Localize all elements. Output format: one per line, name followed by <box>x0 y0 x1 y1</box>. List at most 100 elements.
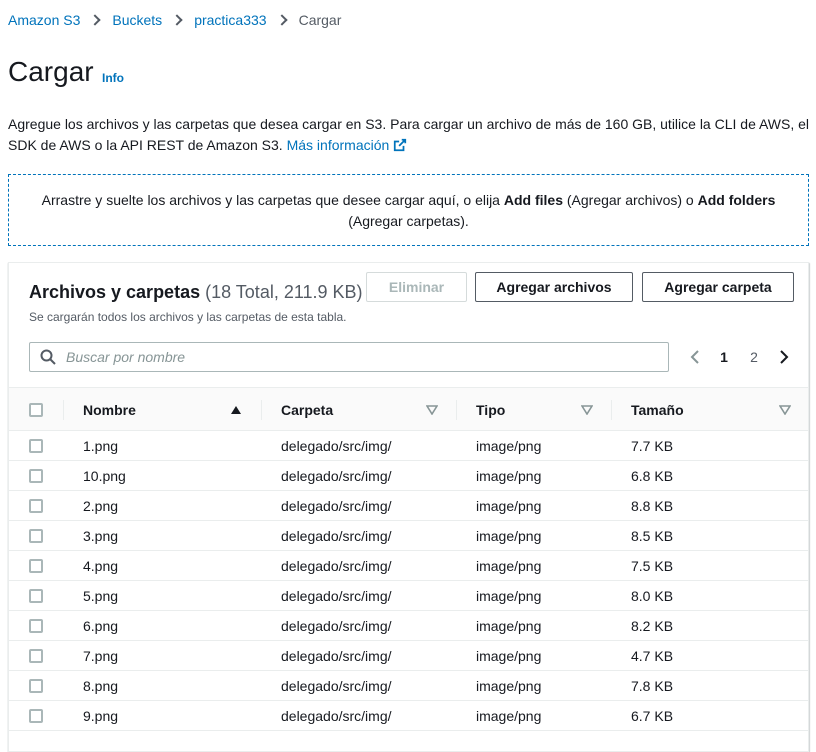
cell-type: image/png <box>476 618 542 634</box>
description-text: Agregue los archivos y las carpetas que … <box>8 116 810 153</box>
pagination-next[interactable] <box>776 345 792 369</box>
row-checkbox[interactable] <box>29 529 43 543</box>
cell-size: 7.5 KB <box>631 558 674 574</box>
row-checkbox[interactable] <box>29 559 43 573</box>
column-divider <box>456 400 457 420</box>
cell-name: 8.png <box>83 678 119 694</box>
sort-caret-icon[interactable] <box>426 405 438 415</box>
delete-button[interactable]: Eliminar <box>366 272 467 302</box>
column-divider <box>63 400 64 420</box>
cell-folder: delegado/src/img/ <box>281 558 392 574</box>
breadcrumb-buckets[interactable]: Buckets <box>112 12 162 28</box>
add-files-button[interactable]: Agregar archivos <box>475 272 633 302</box>
dropzone-text-1: Arrastre y suelte los archivos y las car… <box>41 192 504 208</box>
cell-type: image/png <box>476 558 542 574</box>
pagination-page-2[interactable]: 2 <box>747 345 761 369</box>
row-checkbox[interactable] <box>29 679 43 693</box>
row-checkbox[interactable] <box>29 649 43 663</box>
chevron-right-icon <box>780 350 789 364</box>
cell-name: 4.png <box>83 558 119 574</box>
pagination-prev[interactable] <box>687 345 703 369</box>
sort-caret-icon[interactable] <box>581 405 593 415</box>
table-row[interactable]: 10.png delegado/src/img/ image/png 6.8 K… <box>9 461 808 491</box>
row-checkbox[interactable] <box>29 499 43 513</box>
search-box <box>29 342 669 372</box>
cell-size: 8.5 KB <box>631 528 674 544</box>
cell-name: 7.png <box>83 648 119 664</box>
cell-type: image/png <box>476 588 542 604</box>
files-panel: Archivos y carpetas (18 Total, 211.9 KB)… <box>8 262 809 752</box>
column-header-name[interactable]: Nombre <box>83 388 136 431</box>
row-select-cell <box>29 671 43 701</box>
row-select-cell <box>29 521 43 551</box>
row-select-cell <box>29 461 43 491</box>
cell-folder: delegado/src/img/ <box>281 528 392 544</box>
cell-size: 4.7 KB <box>631 648 674 664</box>
panel-title: Archivos y carpetas (18 Total, 211.9 KB) <box>29 282 363 303</box>
cell-type: image/png <box>476 528 542 544</box>
cell-folder: delegado/src/img/ <box>281 438 392 454</box>
cell-folder: delegado/src/img/ <box>281 588 392 604</box>
file-dropzone[interactable]: Arrastre y suelte los archivos y las car… <box>8 174 809 246</box>
cell-name: 10.png <box>83 468 126 484</box>
page-title: Cargar <box>8 56 94 87</box>
breadcrumb-amazon-s3[interactable]: Amazon S3 <box>8 12 80 28</box>
row-checkbox[interactable] <box>29 469 43 483</box>
row-checkbox[interactable] <box>29 439 43 453</box>
search-input[interactable] <box>64 348 644 366</box>
row-select-cell <box>29 431 43 461</box>
cell-name: 3.png <box>83 528 119 544</box>
table-header: Nombre Carpeta Tipo Tamaño <box>9 387 808 431</box>
column-header-folder[interactable]: Carpeta <box>281 388 333 431</box>
row-select-cell <box>29 581 43 611</box>
row-checkbox[interactable] <box>29 709 43 723</box>
column-divider <box>261 400 262 420</box>
dropzone-add-files: Add files <box>503 192 563 208</box>
external-link-icon <box>394 138 407 152</box>
more-info-link[interactable]: Más información <box>287 137 408 153</box>
more-info-label: Más información <box>286 137 390 153</box>
table-row[interactable]: 6.png delegado/src/img/ image/png 8.2 KB <box>9 611 808 641</box>
table-row[interactable]: 7.png delegado/src/img/ image/png 4.7 KB <box>9 641 808 671</box>
column-header-size[interactable]: Tamaño <box>631 388 684 431</box>
panel-count: (18 Total, 211.9 KB) <box>205 282 363 302</box>
column-header-type[interactable]: Tipo <box>476 388 505 431</box>
table-row[interactable]: 1.png delegado/src/img/ image/png 7.7 KB <box>9 431 808 461</box>
cell-type: image/png <box>476 438 542 454</box>
row-checkbox[interactable] <box>29 619 43 633</box>
info-link[interactable]: Info <box>102 71 124 85</box>
table-row[interactable]: 8.png delegado/src/img/ image/png 7.8 KB <box>9 671 808 701</box>
add-folder-button[interactable]: Agregar carpeta <box>642 272 794 302</box>
select-all-checkbox[interactable] <box>29 402 43 417</box>
panel-title-text: Archivos y carpetas <box>29 282 201 302</box>
select-all-cell <box>29 388 43 431</box>
row-select-cell <box>29 551 43 581</box>
row-select-cell <box>29 491 43 521</box>
cell-name: 2.png <box>83 498 119 514</box>
table-row[interactable]: 5.png delegado/src/img/ image/png 8.0 KB <box>9 581 808 611</box>
table-row[interactable]: 9.png delegado/src/img/ image/png 6.7 KB <box>9 701 808 731</box>
cell-name: 1.png <box>83 438 119 454</box>
dropzone-text-2: (Agregar archivos) o <box>562 192 698 208</box>
cell-folder: delegado/src/img/ <box>281 648 392 664</box>
panel-subtitle: Se cargarán todos los archivos y las car… <box>29 310 347 324</box>
cell-size: 7.8 KB <box>631 678 674 694</box>
sort-caret-icon[interactable] <box>779 405 791 415</box>
cell-folder: delegado/src/img/ <box>281 468 392 484</box>
breadcrumb-bucket[interactable]: practica333 <box>194 12 266 28</box>
column-divider <box>611 400 612 420</box>
sort-ascending-icon[interactable] <box>230 405 242 415</box>
cell-type: image/png <box>476 468 542 484</box>
search-icon <box>40 349 56 365</box>
cell-folder: delegado/src/img/ <box>281 498 392 514</box>
cell-folder: delegado/src/img/ <box>281 618 392 634</box>
cell-type: image/png <box>476 708 542 724</box>
table-row[interactable]: 4.png delegado/src/img/ image/png 7.5 KB <box>9 551 808 581</box>
table-row[interactable]: 3.png delegado/src/img/ image/png 8.5 KB <box>9 521 808 551</box>
table-row[interactable]: 2.png delegado/src/img/ image/png 8.8 KB <box>9 491 808 521</box>
chevron-left-icon <box>690 350 699 364</box>
chevron-right-icon <box>275 14 288 26</box>
cell-size: 8.2 KB <box>631 618 674 634</box>
row-checkbox[interactable] <box>29 589 43 603</box>
pagination-page-1[interactable]: 1 <box>717 345 731 369</box>
